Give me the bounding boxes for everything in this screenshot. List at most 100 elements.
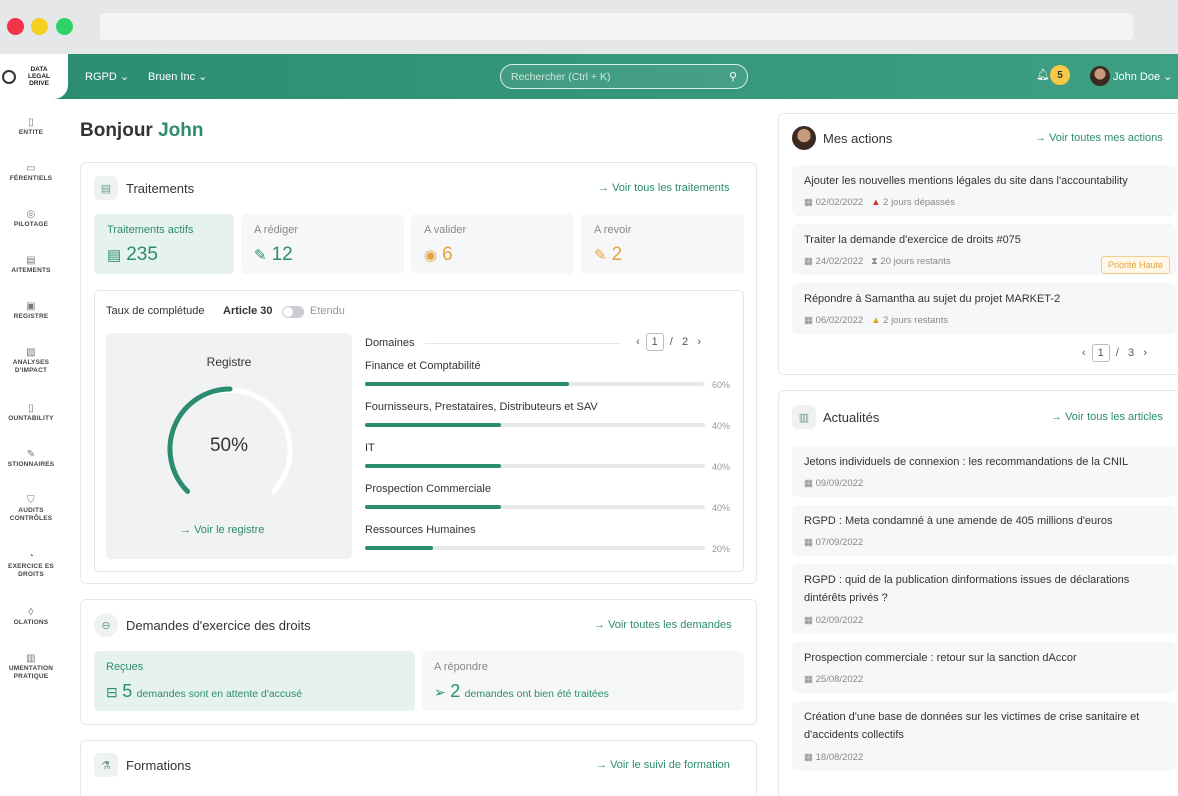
sidebar-item-questionnaires[interactable]: ✎STIONNAIRES [0, 451, 62, 469]
sidebar-item-exercice-droits[interactable]: ◔EXERCICE ES DROITS [0, 553, 62, 579]
close-window-button[interactable] [7, 18, 24, 35]
action-status: 2 jours dépassés [883, 197, 955, 208]
flask-icon: ⚗ [94, 753, 118, 777]
current-page[interactable]: 1 [1092, 344, 1110, 362]
sidebar-item-label: UMENTATION PRATIQUE [9, 665, 53, 680]
sidebar-item-registre[interactable]: ▣REGISTRE [0, 303, 62, 321]
completude-label: Taux de complétude [106, 305, 204, 317]
logo-icon [2, 70, 16, 84]
domain-progress-bar [365, 382, 705, 386]
chevron-down-icon: ⌄ [198, 71, 207, 83]
total-pages: 3 [1128, 347, 1134, 359]
action-item[interactable]: Répondre à Samantha au sujet du projet M… [792, 283, 1176, 334]
document-icon: ▤ [107, 247, 121, 264]
user-avatar[interactable] [1090, 66, 1110, 86]
stat-label: Traitements actifs [107, 224, 193, 236]
news-title: Prospection commerciale : retour sur la … [804, 649, 1077, 667]
sidebar-item-traitements[interactable]: ▤AITEMENTS [0, 257, 62, 275]
arrow-right-icon: → [1035, 132, 1046, 144]
sidebar-item-analyses[interactable]: ▧ANALYSES D'IMPACT [0, 349, 62, 375]
news-item[interactable]: Création d'une base de données sur les v… [792, 701, 1176, 771]
rgpd-dropdown[interactable]: RGPD ⌄ [85, 70, 129, 83]
stat-a-valider[interactable]: A valider ◉6 [411, 214, 574, 274]
voir-actions-link[interactable]: → Voir toutes mes actions [1035, 132, 1163, 144]
news-item[interactable]: Prospection commerciale : retour sur la … [792, 642, 1176, 693]
voir-demandes-link[interactable]: → Voir toutes les demandes [594, 619, 732, 631]
next-page-button[interactable]: › [697, 336, 701, 348]
maximize-window-button[interactable] [56, 18, 73, 35]
domain-progress-bar [365, 546, 705, 550]
folder-icon: ▭ [0, 165, 62, 173]
address-bar[interactable] [100, 13, 1133, 40]
domain-progress-fill [365, 382, 569, 386]
user-menu[interactable]: John Doe ⌄ [1113, 70, 1172, 83]
stat-traitements-actifs[interactable]: Traitements actifs ▤235 [94, 214, 234, 274]
stat-number: 2 [612, 244, 623, 265]
search-input[interactable]: Rechercher (Ctrl + K) ⚲ [500, 64, 748, 89]
user-avatar [792, 126, 816, 150]
notification-count-badge[interactable]: 5 [1050, 65, 1070, 85]
calendar-icon: ▦ [804, 478, 813, 489]
actions-pagination: ‹ 1 / 3 › [1082, 344, 1147, 362]
next-page-button[interactable]: › [1143, 347, 1147, 359]
news-item[interactable]: RGPD : Meta condamné à une amende de 405… [792, 505, 1176, 556]
news-icon: ▥ [792, 405, 816, 429]
article-30-label: Article 30 [223, 305, 273, 317]
etendu-toggle[interactable] [282, 306, 304, 318]
hourglass-icon: ⧗ [871, 256, 878, 267]
sidebar-item-audits[interactable]: ⛉AUDITS CONTRÔLES [0, 497, 62, 523]
arrow-right-icon: → [1051, 411, 1062, 423]
sidebar-item-violations[interactable]: ◊OLATIONS [0, 609, 62, 627]
compass-icon: ◎ [0, 211, 62, 219]
calendar-icon: ▦ [804, 674, 813, 685]
news-title: RGPD : Meta condamné à une amende de 405… [804, 512, 1112, 530]
top-navigation-bar: DATA LEGAL DRIVE RGPD ⌄ Bruen Inc ⌄ Rech… [0, 54, 1178, 99]
voir-articles-link[interactable]: → Voir tous les articles [1051, 411, 1163, 423]
current-page[interactable]: 1 [646, 333, 664, 351]
news-meta: ▦ 07/09/2022 [804, 537, 863, 548]
demandes-recues[interactable]: Reçues ⊟ 5 demandes sont en attente d'ac… [94, 651, 415, 711]
action-meta: ▦ 24/02/2022 ⧗ 20 jours restants [804, 256, 951, 267]
repondre-count: 2 [450, 681, 460, 701]
sidebar-item-referentiels[interactable]: ▭FÉRENTIELS [0, 165, 62, 183]
sidebar-item-pilotage[interactable]: ◎ PILOTAGE [0, 211, 62, 229]
minimize-window-button[interactable] [31, 18, 48, 35]
action-item[interactable]: Ajouter les nouvelles mentions légales d… [792, 165, 1176, 216]
voir-traitements-link[interactable]: → Voir tous les traitements [598, 182, 729, 194]
sidebar-item-label: PILOTAGE [14, 221, 48, 228]
action-item[interactable]: Traiter la demande d'exercice de droits … [792, 224, 1176, 275]
demandes-a-repondre[interactable]: A répondre ➢ 2 demandes ont bien été tra… [422, 651, 744, 711]
action-meta: ▦ 02/02/2022 ▲ 2 jours dépassés [804, 197, 955, 208]
traitements-title: Traitements [126, 181, 194, 196]
news-item[interactable]: RGPD : quid de la publication dinformati… [792, 564, 1176, 634]
page-title: Bonjour John [80, 120, 204, 142]
recues-count: 5 [122, 681, 132, 701]
sidebar-item-entite[interactable]: ▯ENTITE [0, 119, 62, 137]
repondre-label: A répondre [434, 661, 488, 673]
domain-progress-bar [365, 423, 705, 427]
arrow-right-icon: → [596, 759, 607, 771]
stat-a-rediger[interactable]: A rédiger ✎12 [241, 214, 404, 274]
news-date: 09/09/2022 [816, 478, 864, 489]
page-separator: / [670, 336, 673, 348]
search-icon[interactable]: ⚲ [729, 70, 737, 83]
stat-label: A valider [424, 224, 466, 236]
app-logo[interactable]: DATA LEGAL DRIVE [0, 54, 68, 99]
voir-registre-link[interactable]: → Voir le registre [180, 524, 264, 536]
prev-page-button[interactable]: ‹ [1082, 347, 1086, 359]
sidebar-item-documentation[interactable]: ▥UMENTATION PRATIQUE [0, 655, 62, 681]
etendu-label: Etendu [310, 305, 345, 317]
sidebar-item-label: ANALYSES D'IMPACT [13, 359, 49, 374]
bell-icon[interactable]: 🔔︎ [1036, 68, 1050, 81]
news-meta: ▦ 25/08/2022 [804, 674, 863, 685]
news-date: 18/08/2022 [816, 752, 864, 763]
stat-a-revoir[interactable]: A revoir ✎2 [581, 214, 744, 274]
user-name: John Doe [1113, 71, 1160, 83]
prev-page-button[interactable]: ‹ [636, 336, 640, 348]
news-item[interactable]: Jetons individuels de connexion : les re… [792, 446, 1176, 497]
total-pages: 2 [682, 336, 688, 348]
domain-percent: 40% [712, 503, 730, 513]
voir-formations-link[interactable]: → Voir le suivi de formation [596, 759, 730, 771]
company-dropdown[interactable]: Bruen Inc ⌄ [148, 70, 207, 83]
sidebar-item-accountability[interactable]: ▯OUNTABILITY [0, 405, 62, 423]
